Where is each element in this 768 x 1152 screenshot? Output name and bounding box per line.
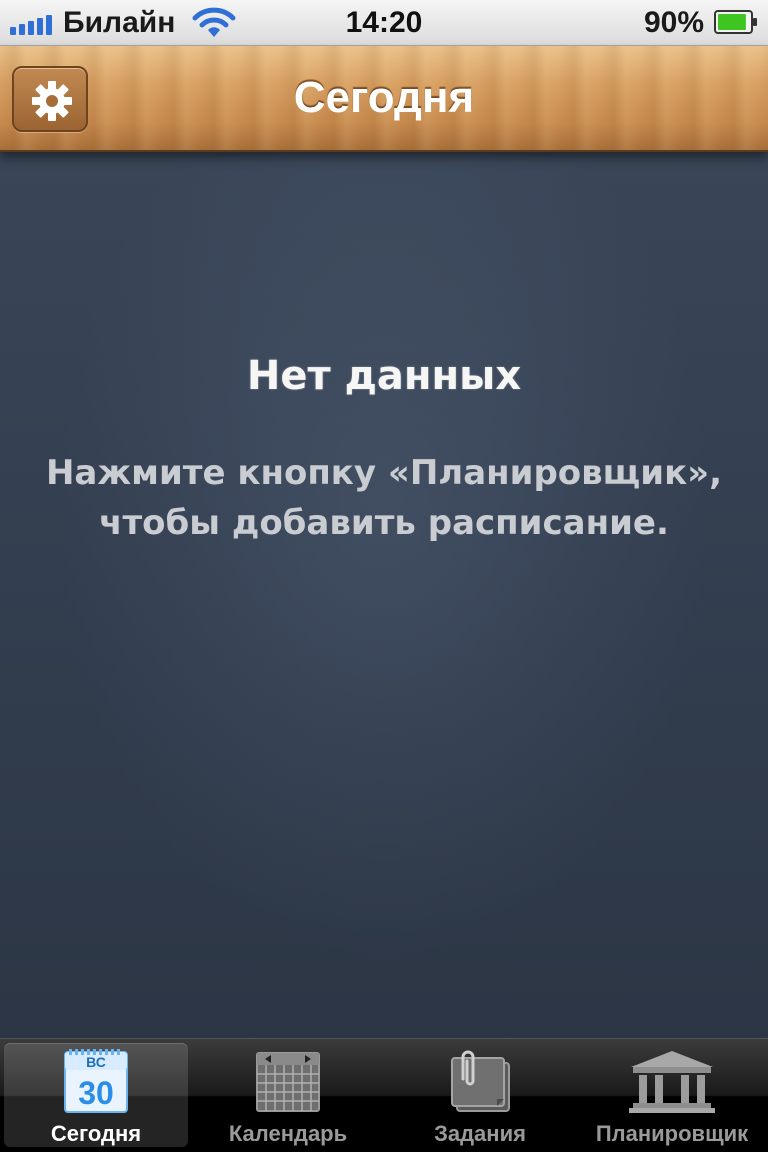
empty-state-title: Нет данных [246, 353, 522, 399]
tab-calendar-label: Календарь [228, 1121, 348, 1146]
chalkboard-content: Нет данных Нажмите кнопку «Планировщик»,… [0, 152, 768, 1038]
tab-tasks-label: Задания [434, 1121, 526, 1146]
building-columns-icon [580, 1049, 764, 1115]
tab-planner[interactable]: Планировщик [580, 1043, 764, 1147]
battery-percentage: 90% [643, 6, 704, 39]
calendar-grid-icon [196, 1049, 380, 1115]
today-day-abbr: ВС [86, 1054, 106, 1070]
empty-state-message-line1: Нажмите кнопку «Планировщик», [45, 453, 723, 493]
tab-calendar[interactable]: Календарь [196, 1043, 380, 1147]
tab-tasks[interactable]: Задания [388, 1043, 572, 1147]
navigation-bar: Сегодня [0, 46, 768, 152]
tab-bar: ВС 30 Сегодня Календарь Задания Планиров… [0, 1038, 768, 1152]
battery-icon [714, 10, 758, 34]
tab-today[interactable]: ВС 30 Сегодня [4, 1043, 188, 1147]
today-day-number: 30 [78, 1075, 114, 1111]
tab-today-label: Сегодня [50, 1121, 142, 1146]
tab-planner-label: Планировщик [595, 1121, 749, 1146]
status-bar: Билайн 14:20 90% [0, 0, 768, 46]
empty-state-message-line2: чтобы добавить расписание. [99, 503, 669, 543]
empty-state-message: Нажмите кнопку «Планировщик», чтобы доба… [40, 448, 728, 548]
page-title: Сегодня [293, 73, 475, 122]
today-calendar-icon: ВС 30 [4, 1049, 188, 1115]
notes-clip-icon [388, 1049, 572, 1115]
app-screen: Билайн 14:20 90% Сегодня Нет данных Нажм… [0, 0, 768, 1152]
